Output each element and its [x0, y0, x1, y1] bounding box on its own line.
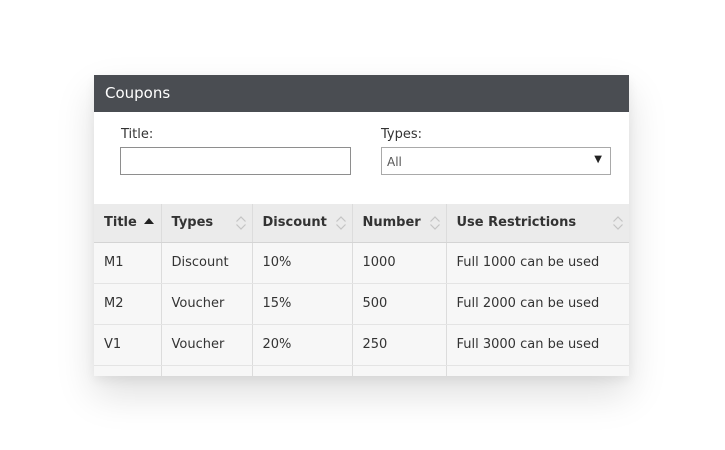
sort-both-icon: [613, 216, 623, 230]
cell-number: 250: [352, 324, 447, 366]
types-selected-value: All: [387, 155, 402, 169]
cell-use-restrictions: Full 1000 can be used: [446, 242, 629, 284]
column-header-use-restrictions[interactable]: Use Restrictions: [446, 204, 629, 243]
sort-both-icon: [335, 216, 346, 230]
sort-both-icon: [429, 216, 440, 230]
coupons-panel: Coupons Title: Types: All ▼ Title Types: [94, 75, 629, 376]
column-header-number[interactable]: Number: [352, 204, 447, 243]
cell-types: Voucher: [161, 283, 253, 325]
title-filter-label: Title:: [121, 127, 154, 142]
cell-title: V1: [94, 324, 162, 366]
coupons-table: Title Types Discount Number Use Restrict…: [94, 204, 629, 376]
cell-discount: 20%: [252, 324, 353, 366]
cell-number: 500: [352, 283, 447, 325]
cell-empty: [446, 365, 629, 376]
cell-discount: 15%: [252, 283, 353, 325]
types-filter-select[interactable]: All ▼: [381, 147, 611, 175]
sort-both-icon: [235, 216, 246, 230]
filter-bar: Title: Types: All ▼: [94, 112, 629, 204]
caret-down-icon: ▼: [594, 154, 602, 165]
column-header-label: Discount: [262, 215, 327, 231]
cell-empty: [94, 365, 162, 376]
table-row-partial: [94, 365, 629, 376]
cell-empty: [352, 365, 447, 376]
cell-discount: 10%: [252, 242, 353, 284]
sort-ascending-icon: [143, 218, 154, 224]
cell-use-restrictions: Full 3000 can be used: [446, 324, 629, 366]
column-header-label: Number: [362, 215, 421, 231]
cell-types: Voucher: [161, 324, 253, 366]
cell-title: M2: [94, 283, 162, 325]
panel-title: Coupons: [94, 75, 629, 112]
column-header-label: Use Restrictions: [456, 215, 577, 231]
cell-empty: [252, 365, 353, 376]
cell-title: M1: [94, 242, 162, 284]
column-header-title[interactable]: Title: [94, 204, 162, 243]
table-row[interactable]: V1 Voucher 20% 250 Full 3000 can be used: [94, 324, 629, 366]
cell-types: Discount: [161, 242, 253, 284]
column-header-label: Title: [104, 215, 137, 231]
cell-use-restrictions: Full 2000 can be used: [446, 283, 629, 325]
cell-number: 1000: [352, 242, 447, 284]
table-header-row: Title Types Discount Number Use Restrict…: [94, 204, 629, 243]
column-header-label: Types: [171, 215, 214, 231]
column-header-types[interactable]: Types: [161, 204, 253, 243]
table-row[interactable]: M2 Voucher 15% 500 Full 2000 can be used: [94, 283, 629, 325]
types-filter-label: Types:: [381, 127, 423, 142]
column-header-discount[interactable]: Discount: [252, 204, 353, 243]
title-filter-input[interactable]: [120, 147, 351, 175]
cell-empty: [161, 365, 253, 376]
table-row[interactable]: M1 Discount 10% 1000 Full 1000 can be us…: [94, 242, 629, 284]
